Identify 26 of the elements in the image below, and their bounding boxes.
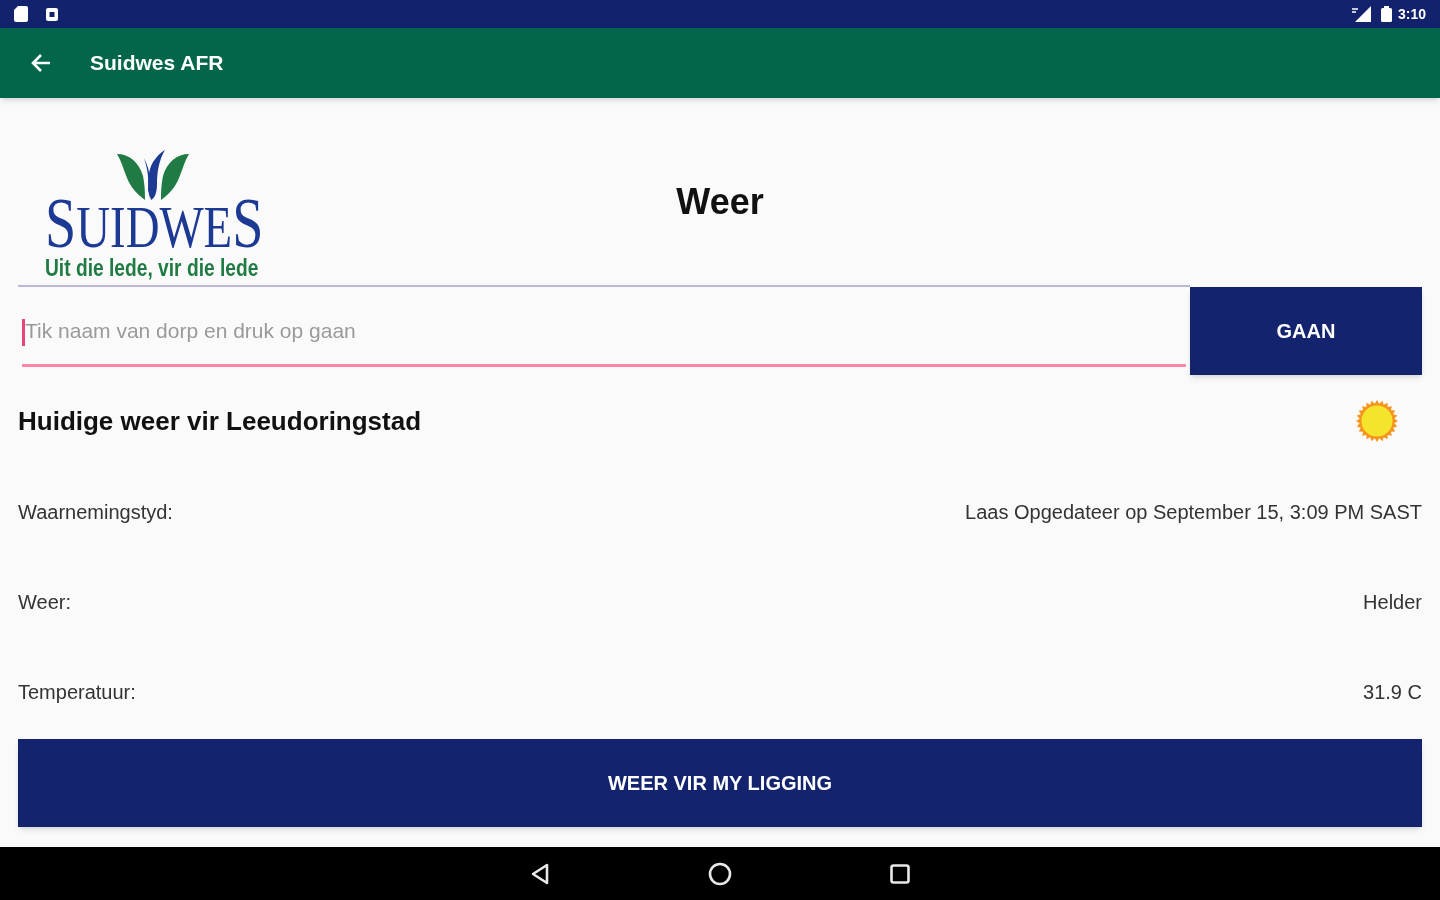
weather-value: Helder <box>1363 590 1422 615</box>
logo-tagline: Uit die lede, vir die lede <box>45 256 259 280</box>
sd-card-icon <box>14 6 28 22</box>
weather-value: 31.9 C <box>1363 680 1422 705</box>
search-field[interactable]: Tik naam van dorp en druk op gaan <box>22 299 1186 367</box>
signal-icon <box>1350 6 1371 22</box>
text-cursor-icon <box>22 319 25 346</box>
sun-icon <box>1356 400 1398 442</box>
status-time: 3:10 <box>1397 7 1426 21</box>
app-bar-title: Suidwes AFR <box>90 50 224 77</box>
page-title: Weer <box>676 182 764 222</box>
weather-value: Laas Opgedateer op September 15, 3:09 PM SAST <box>965 500 1422 525</box>
back-triangle-icon[interactable] <box>530 862 550 885</box>
back-arrow-icon <box>31 54 51 72</box>
location-weather-button[interactable]: WEER VIR MY LIGGING <box>18 739 1422 827</box>
weather-label: Weer: <box>18 590 71 615</box>
weather-label: Waarnemingstyd: <box>18 500 173 525</box>
square-icon <box>46 7 58 21</box>
battery-icon <box>1380 6 1392 22</box>
square-recents-icon[interactable] <box>890 863 910 884</box>
home-circle-icon[interactable] <box>708 861 732 886</box>
weather-label: Temperatuur: <box>18 680 136 705</box>
weather-heading: Huidige weer vir Leeudoringstad <box>18 404 422 438</box>
leaf-logo-icon <box>115 148 191 202</box>
logo-wordmark: SUIDWES <box>45 197 264 253</box>
go-button[interactable]: GAAN <box>1190 287 1422 375</box>
